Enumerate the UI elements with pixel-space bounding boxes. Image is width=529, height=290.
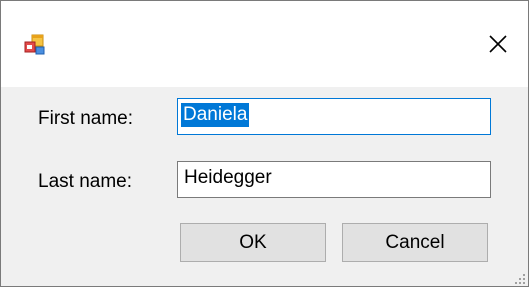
last-name-label: Last name: (38, 171, 132, 192)
last-name-value: Heidegger (184, 167, 272, 188)
first-name-label: First name: (38, 108, 134, 129)
title-bar[interactable] (1, 1, 528, 87)
first-name-field[interactable]: Daniela (177, 98, 491, 135)
close-button[interactable] (468, 23, 528, 69)
app-window-icon (24, 34, 46, 56)
last-name-field[interactable]: Heidegger (177, 161, 491, 198)
first-name-value: Daniela (181, 103, 250, 127)
cancel-button-label: Cancel (385, 231, 445, 253)
ok-button[interactable]: OK (180, 223, 326, 262)
ok-button-label: OK (239, 231, 267, 253)
cancel-button[interactable]: Cancel (342, 223, 488, 262)
resize-grip-icon[interactable] (514, 272, 526, 284)
dialog-content: First name: Daniela Last name: Heidegger… (1, 87, 528, 286)
dialog-window: First name: Daniela Last name: Heidegger… (0, 0, 529, 287)
close-icon (488, 34, 508, 59)
